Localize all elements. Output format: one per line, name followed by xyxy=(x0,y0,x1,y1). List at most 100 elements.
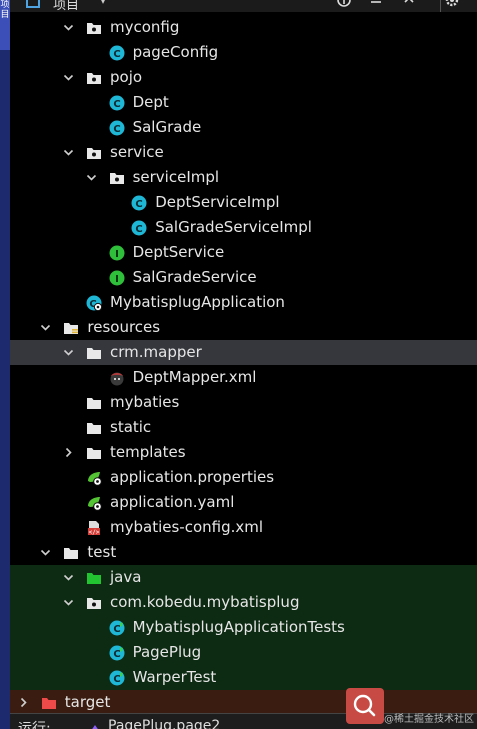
tree-node-label: pojo xyxy=(110,68,143,86)
folder-icon xyxy=(86,420,102,436)
collapse-all-icon[interactable] xyxy=(368,0,384,7)
chevron-down-icon[interactable] xyxy=(63,147,74,158)
svg-text:C: C xyxy=(136,224,143,235)
tree-node-label: java xyxy=(110,568,142,586)
tree-node-app-properties[interactable]: application.properties xyxy=(10,465,477,490)
tree-node-label: serviceImpl xyxy=(132,168,220,186)
class-icon: C xyxy=(109,95,125,111)
tree-node-com-kobedu[interactable]: com.kobedu.mybatisplug xyxy=(10,590,477,615)
tree-node-mybatisplugapplicationtests[interactable]: C MybatisplugApplicationTests xyxy=(10,615,477,640)
chevron-down-icon[interactable] xyxy=(40,547,51,558)
folder-icon xyxy=(86,445,102,461)
tree-node-pageplug[interactable]: C PagePlug xyxy=(10,640,477,665)
chevron-right-icon[interactable] xyxy=(63,447,74,458)
tree-node-deptmapper[interactable]: DeptMapper.xml xyxy=(10,365,477,390)
chevron-down-icon[interactable] xyxy=(63,597,74,608)
package-icon xyxy=(86,70,102,86)
tree-node-label: mybaties xyxy=(110,393,180,411)
tree-node-mybatisplugapplication[interactable]: C MybatisplugApplication xyxy=(10,290,477,315)
tree-node-label: pageConfig xyxy=(132,43,219,61)
tree-node-label: SalGradeServiceImpl xyxy=(155,218,312,236)
tree-node-test[interactable]: test xyxy=(10,540,477,565)
spring-config-icon xyxy=(86,470,102,486)
tree-node-label: service xyxy=(110,143,164,161)
tree-node-label: DeptService xyxy=(132,243,225,261)
xml-icon: </> xyxy=(86,520,102,536)
tree-node-service[interactable]: service xyxy=(10,140,477,165)
test-class-icon: C xyxy=(109,670,125,686)
test-class-icon: C xyxy=(109,645,125,661)
project-tool-button[interactable]: 项目 xyxy=(0,0,10,50)
tree-node-warpertest[interactable]: C WarperTest xyxy=(10,665,477,690)
chevron-right-icon[interactable] xyxy=(18,697,29,708)
tree-node-label: WarperTest xyxy=(132,668,217,686)
spring-config-icon xyxy=(86,495,102,511)
package-icon xyxy=(86,595,102,611)
project-view-title[interactable]: 项目 xyxy=(53,0,79,12)
tree-node-label: DeptServiceImpl xyxy=(155,193,280,211)
tree-node-label: DeptMapper.xml xyxy=(132,368,257,386)
excluded-folder-icon xyxy=(41,695,57,711)
tree-node-resources[interactable]: resources xyxy=(10,315,477,340)
svg-text:C: C xyxy=(113,624,120,635)
svg-text:</>: </> xyxy=(89,529,100,536)
tree-node-deptserviceimpl[interactable]: C DeptServiceImpl xyxy=(10,190,477,215)
view-chevron-down-icon[interactable]: ▾ xyxy=(100,0,106,7)
tree-node-label: target xyxy=(64,693,111,711)
left-tool-strip: 项目 xyxy=(0,0,10,729)
test-folder-icon xyxy=(86,570,102,586)
spring-class-icon: C xyxy=(86,295,102,311)
tree-node-static[interactable]: static xyxy=(10,415,477,440)
tree-node-crm-mapper[interactable]: crm.mapper xyxy=(10,340,477,365)
tree-node-java[interactable]: java xyxy=(10,565,477,590)
tree-node-dept[interactable]: C Dept xyxy=(10,90,477,115)
class-icon: C xyxy=(131,195,147,211)
project-icon xyxy=(26,0,40,8)
tree-node-mybaties[interactable]: mybaties xyxy=(10,390,477,415)
tree-node-label: application.yaml xyxy=(110,493,235,511)
watermark-search-icon xyxy=(346,688,384,724)
tree-node-label: crm.mapper xyxy=(110,343,202,361)
class-icon: C xyxy=(131,220,147,236)
chevron-down-icon[interactable] xyxy=(63,572,74,583)
svg-text:C: C xyxy=(113,49,120,60)
svg-text:I: I xyxy=(115,274,119,285)
chevron-down-icon[interactable] xyxy=(63,72,74,83)
test-class-icon: C xyxy=(109,620,125,636)
tree-node-label: templates xyxy=(110,443,186,461)
package-icon xyxy=(86,145,102,161)
interface-icon: I xyxy=(109,245,125,261)
tree-node-salgradeserviceimpl[interactable]: C SalGradeServiceImpl xyxy=(10,215,477,240)
tree-node-deptservice[interactable]: I DeptService xyxy=(10,240,477,265)
project-panel-header: 项目 ▾ xyxy=(10,0,477,12)
tree-node-label: static xyxy=(110,418,152,436)
run-config-tab[interactable]: PagePlug.page2 xyxy=(108,718,220,729)
mybatis-xml-icon xyxy=(109,370,125,386)
tree-node-myconfig[interactable]: myconfig xyxy=(10,15,477,40)
package-icon xyxy=(86,20,102,36)
class-icon: C xyxy=(109,45,125,61)
chevron-down-icon[interactable] xyxy=(63,347,74,358)
class-icon: C xyxy=(109,120,125,136)
chevron-down-icon[interactable] xyxy=(86,172,97,183)
tree-node-label: SalGradeService xyxy=(132,268,257,286)
folder-icon xyxy=(86,345,102,361)
tree-node-label: SalGrade xyxy=(132,118,202,136)
tree-node-pojo[interactable]: pojo xyxy=(10,65,477,90)
tree-node-serviceimpl[interactable]: serviceImpl xyxy=(10,165,477,190)
chevron-down-icon[interactable] xyxy=(63,22,74,33)
gear-icon[interactable] xyxy=(444,0,460,7)
scroll-up-icon[interactable] xyxy=(401,0,417,7)
tree-node-salgradeservice[interactable]: I SalGradeService xyxy=(10,265,477,290)
tree-node-app-yaml[interactable]: application.yaml xyxy=(10,490,477,515)
project-tree: myconfig CpageConfig pojo C Dept C SalGrade ser… xyxy=(10,15,477,715)
header-divider xyxy=(440,0,441,12)
chevron-down-icon[interactable] xyxy=(40,322,51,333)
tree-node-salgrade[interactable]: C SalGrade xyxy=(10,115,477,140)
tree-node-templates[interactable]: templates xyxy=(10,440,477,465)
tree-node-pageconfig[interactable]: CpageConfig xyxy=(10,40,477,65)
interface-icon: I xyxy=(109,270,125,286)
tree-node-mybaties-config[interactable]: </> mybaties-config.xml xyxy=(10,515,477,540)
add-icon[interactable] xyxy=(336,0,352,7)
folder-icon xyxy=(63,545,79,561)
